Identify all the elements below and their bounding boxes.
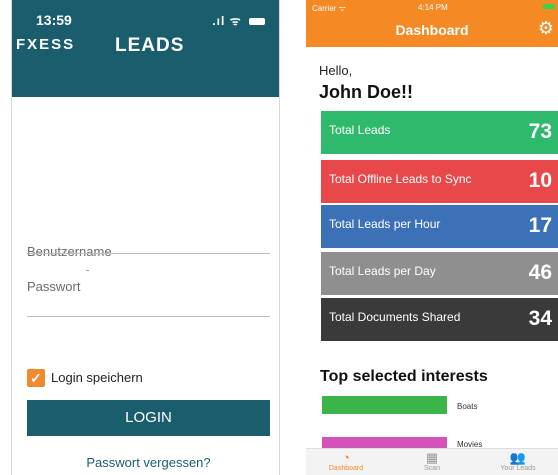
qr-scan-icon: ▦: [425, 450, 439, 465]
tab-scan[interactable]: ▦ Scan: [392, 450, 472, 473]
password-underline: [27, 316, 270, 317]
password-label: Passwort: [27, 279, 81, 294]
username-field[interactable]: [27, 252, 270, 274]
stat-card-leads-per-day[interactable]: Total Leads per Day 46: [321, 252, 558, 295]
dashboard-header: Carrier ᯤ 4:14 PM Dashboard ⚙: [306, 0, 558, 47]
gear-icon[interactable]: ⚙: [538, 18, 554, 39]
carrier-label: Carrier ᯤ: [312, 4, 346, 13]
stat-card-value: 73: [528, 120, 552, 143]
login-header: 13:59 .ıl ᯤ FXESS LEADS: [12, 0, 279, 97]
stat-card-label: Total Offline Leads to Sync: [329, 172, 472, 186]
status-icons: .ıl ᯤ: [212, 12, 265, 29]
tab-label: Dashboard: [328, 465, 364, 472]
interests-heading: Top selected interests: [320, 368, 488, 385]
stat-card-offline-leads[interactable]: Total Offline Leads to Sync 10: [321, 160, 558, 203]
forgot-password-link[interactable]: Passwort vergessen?: [27, 455, 270, 470]
stat-card-value: 17: [528, 214, 552, 237]
page-title: Dashboard: [395, 22, 469, 38]
tab-bar: ◔ Dashboard ▦ Scan 👥 Your Leads: [306, 448, 558, 475]
checkmark-icon: ✓: [30, 370, 42, 386]
interest-label-boats: Boats: [457, 402, 478, 411]
stat-card-label: Total Leads: [329, 123, 391, 137]
page-title: LEADS: [115, 35, 185, 56]
stat-card-label: Total Documents Shared: [329, 310, 461, 324]
password-field[interactable]: [27, 296, 270, 316]
stat-card-total-leads[interactable]: Total Leads 73: [321, 111, 558, 154]
user-name: John Doe!!: [319, 82, 413, 102]
greeting: Hello,: [319, 63, 353, 78]
stat-card-value: 46: [528, 261, 552, 284]
login-button[interactable]: LOGIN: [27, 400, 270, 436]
dashboard-screen: Carrier ᯤ 4:14 PM Dashboard ⚙ Hello, Joh…: [306, 0, 558, 475]
username-underline: [27, 253, 270, 254]
signal-icon: .ıl: [212, 14, 226, 28]
stat-card-documents-shared[interactable]: Total Documents Shared 34: [321, 298, 558, 341]
stat-card-label: Total Leads per Day: [329, 264, 436, 278]
status-time: 13:59: [36, 12, 72, 28]
users-icon: 👥: [509, 450, 527, 465]
login-screen: 13:59 .ıl ᯤ FXESS LEADS Benutzername Pas…: [11, 0, 280, 475]
stat-card-value: 34: [528, 307, 552, 330]
tab-dashboard[interactable]: ◔ Dashboard: [306, 450, 386, 473]
remember-checkbox[interactable]: ✓: [27, 369, 45, 387]
wifi-icon: ᯤ: [229, 14, 242, 28]
tab-label: Scan: [424, 465, 440, 472]
stat-card-label: Total Leads per Hour: [329, 217, 441, 231]
tab-your-leads[interactable]: 👥 Your Leads: [478, 450, 558, 473]
battery-icon: [249, 18, 265, 26]
tab-label: Your Leads: [500, 465, 536, 472]
battery-icon: [543, 4, 555, 9]
remember-label[interactable]: Login speichern: [51, 370, 143, 385]
stat-card-value: 10: [528, 169, 552, 192]
axess-logo: FXESS: [16, 36, 76, 53]
interest-bar-boats: [322, 396, 447, 414]
status-time: 4:14 PM: [418, 3, 448, 12]
stat-card-leads-per-hour[interactable]: Total Leads per Hour 17: [321, 205, 558, 248]
dashboard-icon: ◔: [342, 450, 350, 465]
